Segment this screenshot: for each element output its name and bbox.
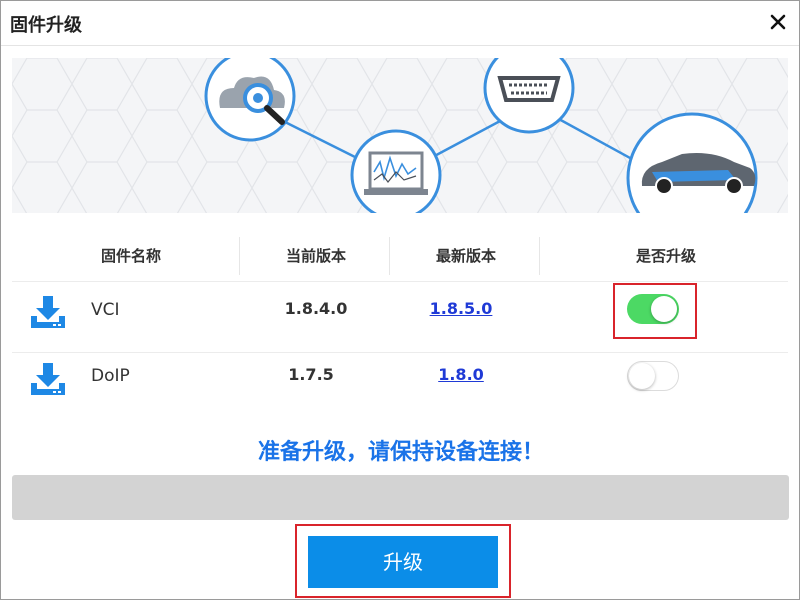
download-icon (31, 363, 65, 395)
firmware-upgrade-dialog: 固件升级 固件名称 当前版本 最新版本 是否升级 VCI 1.8.4.0 1.8… (0, 0, 800, 600)
header-current-version: 当前版本 (285, 247, 346, 265)
hexagon-pattern (12, 58, 788, 213)
firmware-name: DoIP (91, 366, 130, 386)
table-header: 固件名称 当前版本 最新版本 是否升级 (1, 234, 799, 278)
banner-illustration (12, 58, 788, 213)
obd-connector-icon (483, 58, 575, 134)
status-message: 准备升级，请保持设备连接！ (257, 440, 544, 465)
toggle-knob (651, 296, 677, 322)
title-bar: 固件升级 (1, 1, 799, 46)
header-latest-version: 最新版本 (435, 247, 496, 265)
header-divider (539, 237, 540, 275)
header-divider (239, 237, 240, 275)
table-row: VCI 1.8.4.0 1.8.5.0 (1, 282, 799, 352)
oscilloscope-icon (350, 129, 442, 213)
current-version: 1.8.4.0 (284, 299, 348, 318)
latest-version-link[interactable]: 1.8.5.0 (386, 299, 536, 318)
table-row: DoIP 1.7.5 1.8.0 (1, 353, 799, 423)
window-title: 固件升级 (10, 15, 82, 36)
header-firmware-name: 固件名称 (100, 247, 161, 265)
current-version: 1.7.5 (288, 365, 334, 384)
latest-version-link[interactable]: 1.8.0 (386, 365, 536, 384)
download-icon (31, 296, 65, 328)
header-divider (389, 237, 390, 275)
progress-bar (12, 475, 789, 520)
firmware-name: VCI (91, 300, 120, 320)
toggle-knob (629, 363, 655, 389)
header-upgrade: 是否升级 (635, 247, 696, 265)
close-icon (770, 14, 786, 30)
upgrade-button[interactable]: 升级 (308, 536, 498, 588)
cloud-search-icon (204, 58, 296, 142)
close-button[interactable] (765, 9, 791, 35)
upgrade-toggle-vci[interactable] (627, 294, 679, 324)
upgrade-toggle-doip[interactable] (627, 361, 679, 391)
